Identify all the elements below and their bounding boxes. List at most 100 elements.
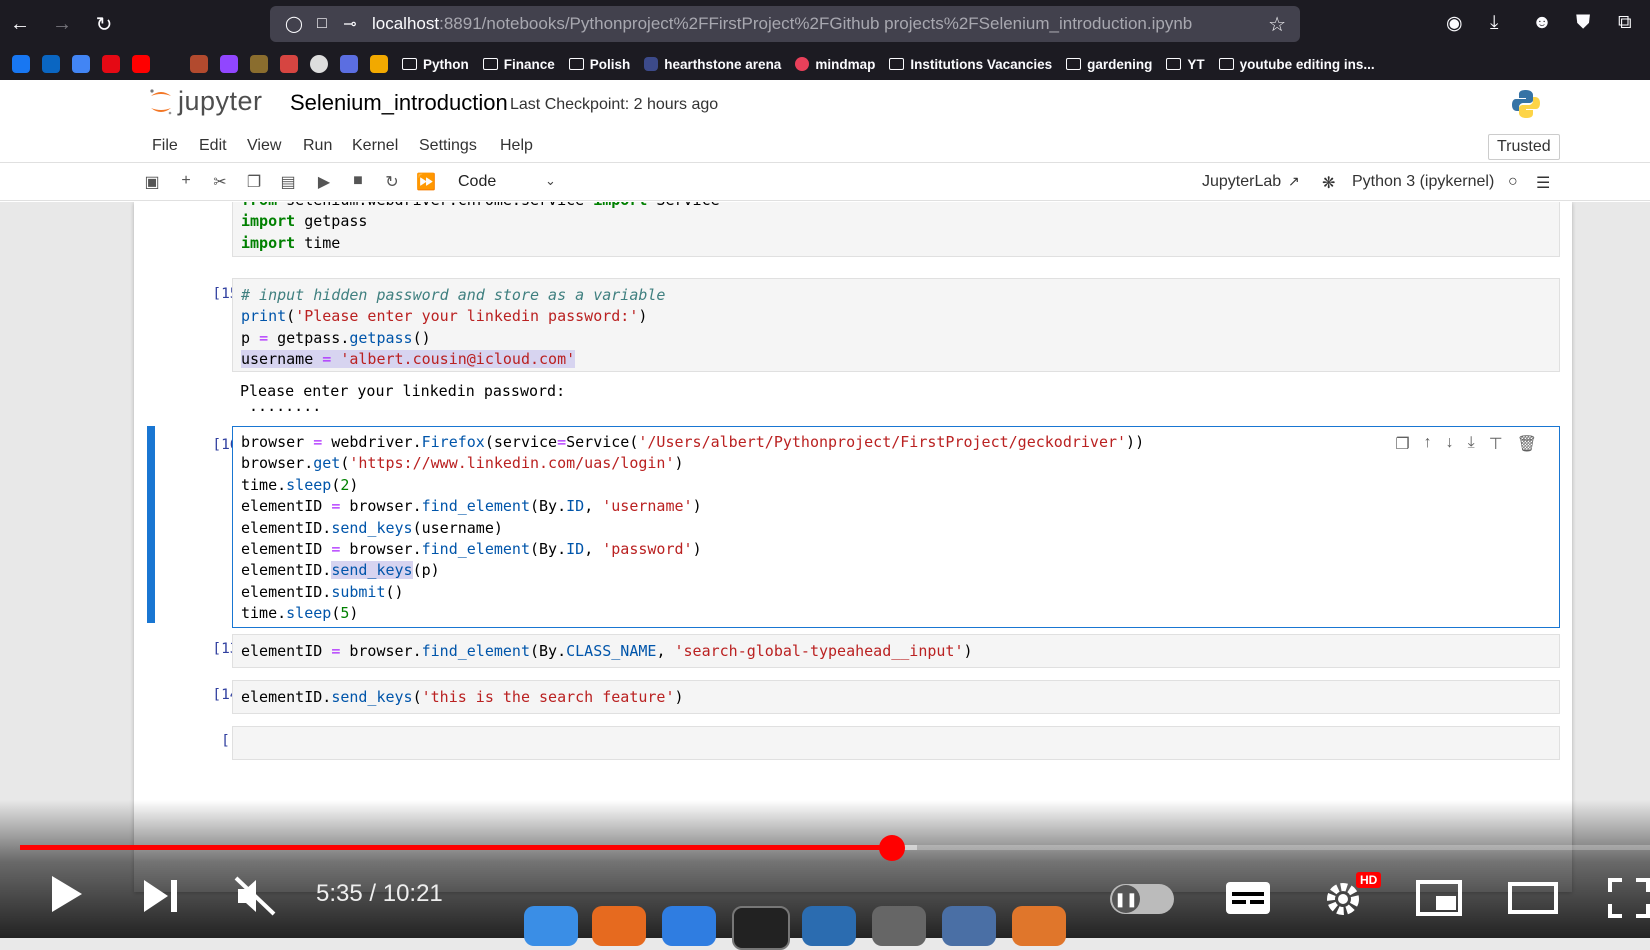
jupyter-orbit-icon — [150, 88, 172, 114]
jupyter-logo[interactable]: jupyter — [148, 86, 263, 117]
download-icon[interactable]: ⤓ — [1490, 12, 1498, 34]
cell-toolbar: ❐ ↑ ↓ ⤓ ⊤ 🗑 — [1395, 434, 1537, 454]
trusted-indicator[interactable]: Trusted — [1488, 134, 1560, 160]
bookmark-favicon-6[interactable] — [370, 55, 388, 73]
duplicate-cell-icon[interactable]: ❐ — [1395, 434, 1409, 454]
forward-arrow-icon[interactable]: → — [48, 10, 76, 38]
cell-editor[interactable]: elementID.send_keys('this is the search … — [232, 680, 1560, 714]
menu-kernel[interactable]: Kernel — [352, 137, 398, 155]
play-icon[interactable] — [48, 874, 84, 914]
insert-above-icon[interactable]: ⤓ — [1468, 434, 1475, 454]
facebook-icon[interactable] — [12, 55, 30, 73]
insert-below-icon[interactable]: ⊤ — [1489, 434, 1503, 454]
cell-editor[interactable]: from selenium.webdriver.chrome.service i… — [232, 202, 1560, 257]
extensions-icon[interactable]: ⧉ — [1618, 12, 1632, 34]
folder-icon — [402, 58, 417, 70]
progress-bar[interactable] — [20, 845, 1650, 850]
bookmark-star-icon[interactable]: ☆ — [1268, 12, 1286, 37]
jupyter-header: jupyter Selenium_introduction Last Check… — [0, 80, 1650, 131]
bookmark-yt[interactable]: YT — [1166, 57, 1205, 72]
menu-hamburger-icon[interactable]: ☰ — [1536, 173, 1550, 193]
cell-code: from selenium.webdriver.chrome.service i… — [241, 202, 720, 252]
dock-firefox-icon — [1012, 906, 1066, 946]
bookmark-youtube-editing[interactable]: youtube editing ins... — [1218, 57, 1375, 72]
copy-icon[interactable]: ❐ — [244, 172, 264, 192]
back-arrow-icon[interactable]: ← — [6, 10, 34, 38]
menu-help[interactable]: Help — [500, 137, 533, 155]
dock-finder-icon — [524, 906, 578, 946]
subtitles-icon[interactable] — [1224, 880, 1272, 916]
checkpoint-status: Last Checkpoint: 2 hours ago — [510, 96, 719, 113]
jupyterlab-link[interactable]: JupyterLab — [1202, 173, 1281, 191]
progress-scrubber[interactable] — [879, 835, 906, 861]
bookmark-favicon-5[interactable] — [340, 55, 358, 73]
move-down-icon[interactable]: ↓ — [1446, 434, 1454, 454]
next-icon[interactable] — [142, 878, 180, 914]
cell-code: browser = webdriver.Firefox(service=Serv… — [241, 433, 1145, 623]
cell-editor[interactable]: # input hidden password and store as a v… — [232, 278, 1560, 372]
bookmark-python[interactable]: Python — [402, 57, 469, 72]
delete-cell-icon[interactable]: 🗑 — [1517, 434, 1537, 454]
account-icon[interactable]: ☻ — [1532, 12, 1552, 34]
cut-icon[interactable]: ✂ — [210, 172, 230, 192]
move-up-icon[interactable]: ↑ — [1424, 434, 1432, 454]
restart-icon[interactable]: ↻ — [382, 172, 402, 192]
youtube-icon[interactable] — [132, 55, 150, 73]
menu-settings[interactable]: Settings — [419, 137, 477, 155]
menu-view[interactable]: View — [247, 137, 281, 155]
save-icon[interactable]: ▣ — [142, 172, 162, 192]
reload-icon[interactable]: ↻ — [90, 10, 118, 38]
bookmark-favicon-4[interactable] — [310, 55, 328, 73]
menu-file[interactable]: File — [152, 137, 178, 155]
bookmark-mindmap[interactable]: mindmap — [795, 57, 875, 72]
linkedin-icon[interactable] — [42, 55, 60, 73]
bookmark-favicon-3[interactable] — [280, 55, 298, 73]
folder-icon — [1166, 58, 1182, 70]
paste-icon[interactable]: ▤ — [278, 172, 298, 192]
python-logo-icon — [1512, 90, 1540, 118]
cell-editor[interactable]: elementID = browser.find_element(By.CLAS… — [232, 634, 1560, 668]
theater-mode-icon[interactable] — [1508, 882, 1558, 914]
kernel-name[interactable]: Python 3 (ipykernel) — [1352, 173, 1494, 191]
progress-played — [20, 845, 893, 850]
miniplayer-icon[interactable] — [1416, 880, 1462, 916]
stop-icon[interactable]: ■ — [348, 172, 368, 190]
autoplay-toggle[interactable]: ❚❚ — [1110, 884, 1174, 914]
muted-volume-icon[interactable] — [234, 876, 276, 916]
page-icon: □ — [317, 15, 327, 32]
netflix-icon[interactable] — [102, 55, 120, 73]
cell-editor[interactable]: browser = webdriver.Firefox(service=Serv… — [232, 426, 1560, 628]
bookmark-gardening[interactable]: gardening — [1066, 57, 1152, 72]
bookmark-institutions-vacancies[interactable]: Institutions Vacancies — [889, 57, 1052, 72]
address-bar[interactable]: ◯ □ ⊸ localhost:8891/notebooks/Pythonpro… — [270, 6, 1300, 42]
pocket-icon[interactable]: ◉ — [1446, 12, 1463, 35]
notebook-sheet: from selenium.webdriver.chrome.service i… — [134, 202, 1572, 892]
run-icon[interactable]: ▶ — [314, 172, 334, 192]
debugger-bug-icon[interactable]: ❋ — [1322, 173, 1335, 193]
menu-run[interactable]: Run — [303, 137, 332, 155]
url-host: localhost — [372, 14, 440, 33]
bookmark-favicon-1[interactable] — [190, 55, 208, 73]
folder-icon — [568, 58, 584, 70]
docs-icon[interactable] — [72, 55, 90, 73]
active-cell-collapser[interactable] — [147, 426, 155, 623]
menu-edit[interactable]: Edit — [199, 137, 227, 155]
fullscreen-icon[interactable] — [1608, 878, 1650, 918]
chevron-down-icon[interactable]: ⌄ — [545, 173, 556, 189]
bookmark-finance[interactable]: Finance — [482, 57, 555, 72]
twitch-icon[interactable] — [220, 55, 238, 73]
pause-icon: ❚❚ — [1112, 885, 1140, 913]
bookmark-hearthstone-arena[interactable]: hearthstone arena — [644, 57, 781, 72]
cell-editor[interactable] — [232, 726, 1560, 760]
restart-run-all-icon[interactable]: ⏩ — [416, 172, 436, 192]
ublock-icon[interactable]: ⛊ — [1576, 12, 1590, 34]
bookmark-polish[interactable]: Polish — [568, 57, 630, 72]
folder-icon — [1066, 58, 1082, 70]
cell-type-select[interactable]: Code — [458, 173, 496, 191]
jupyter-logo-text: jupyter — [178, 86, 263, 116]
folder-icon — [1218, 58, 1234, 70]
cell-output: Please enter your linkedin password: ···… — [240, 382, 566, 419]
add-cell-icon[interactable]: + — [176, 172, 196, 190]
bookmark-favicon-2[interactable] — [250, 55, 268, 73]
notebook-title[interactable]: Selenium_introduction — [290, 90, 508, 116]
